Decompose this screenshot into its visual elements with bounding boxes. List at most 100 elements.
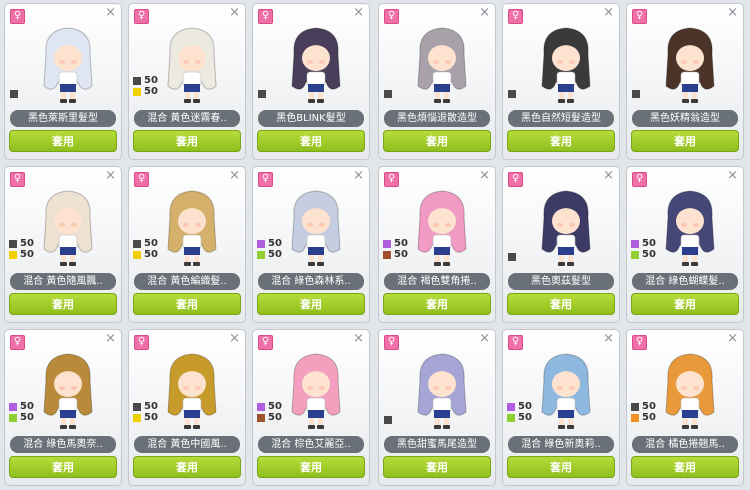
mix-ratio-row: 50 [133,249,158,260]
apply-button[interactable]: 套用 [631,293,739,315]
hair-name-label: 黑色萊斯里髮型 [10,110,116,127]
close-icon[interactable]: × [229,168,240,183]
color-swatch [508,90,516,98]
mix-ratio: 50 50 [133,401,158,423]
apply-button[interactable]: 套用 [631,456,739,478]
color-swatch [257,402,265,411]
hair-card[interactable]: ♀ × 50 50 混合 橘色捲翹馬.. 套用 [626,329,744,486]
color-swatch [631,239,639,248]
mix-ratio: 50 50 [383,238,408,260]
hair-card[interactable]: ♀ × 黑色奧茲髮型 套用 [502,166,620,323]
apply-button[interactable]: 套用 [133,456,241,478]
mix-ratio-value: 50 [268,401,282,412]
hair-card[interactable]: ♀ × 50 50 混合 黃色隨風飄.. 套用 [4,166,122,323]
female-gender-icon: ♀ [384,335,399,350]
hair-name-label: 混合 橘色捲翹馬.. [632,436,738,453]
close-icon[interactable]: × [353,5,364,20]
mix-ratio: 50 50 [133,75,158,97]
apply-button[interactable]: 套用 [631,130,739,152]
mix-ratio-row: 50 [631,249,656,260]
apply-button[interactable]: 套用 [257,130,365,152]
close-icon[interactable]: × [479,168,490,183]
color-swatch [632,90,640,98]
hair-card[interactable]: ♀ × 50 50 混合 綠色新奧莉.. 套用 [502,329,620,486]
close-icon[interactable]: × [603,331,614,346]
close-icon[interactable]: × [603,168,614,183]
close-icon[interactable]: × [479,331,490,346]
female-gender-icon: ♀ [508,172,523,187]
female-gender-icon: ♀ [632,9,647,24]
apply-button[interactable]: 套用 [9,456,117,478]
mix-ratio-row: 50 [133,401,158,412]
close-icon[interactable]: × [603,5,614,20]
mix-ratio-value: 50 [20,249,34,260]
color-swatch [258,90,266,98]
apply-button[interactable]: 套用 [507,130,615,152]
hair-preview-avatar [417,353,467,429]
hair-card[interactable]: ♀ × 黑色甜蜜馬尾造型 套用 [378,329,496,486]
close-icon[interactable]: × [727,168,738,183]
apply-button[interactable]: 套用 [9,130,117,152]
close-icon[interactable]: × [105,5,116,20]
hair-card[interactable]: ♀ × 50 50 混合 黃色迷霧春.. 套用 [128,3,246,160]
hair-card[interactable]: ♀ × 50 50 混合 黃色中國風.. 套用 [128,329,246,486]
hair-card[interactable]: ♀ × 黑色煩惱退散造型 套用 [378,3,496,160]
hair-card[interactable]: ♀ × 黑色妖精翁造型 套用 [626,3,744,160]
female-gender-icon: ♀ [258,335,273,350]
mix-ratio-row: 50 [257,249,282,260]
close-icon[interactable]: × [229,331,240,346]
close-icon[interactable]: × [479,5,490,20]
color-swatch [133,76,141,85]
hair-card[interactable]: ♀ × 黑色BLINK髮型套用 [252,3,370,160]
mix-ratio: 50 50 [631,238,656,260]
apply-button[interactable]: 套用 [383,456,491,478]
close-icon[interactable]: × [229,5,240,20]
color-swatch [383,250,391,259]
female-gender-icon: ♀ [258,9,273,24]
apply-button[interactable]: 套用 [383,130,491,152]
female-gender-icon: ♀ [508,9,523,24]
hair-card[interactable]: ♀ × 黑色自然短髮造型 套用 [502,3,620,160]
female-gender-icon: ♀ [632,335,647,350]
mix-ratio-value: 50 [20,238,34,249]
mix-ratio-row: 50 [631,412,656,423]
apply-button[interactable]: 套用 [9,293,117,315]
hair-card[interactable]: ♀ × 黑色萊斯里髮型 套用 [4,3,122,160]
close-icon[interactable]: × [105,331,116,346]
apply-button[interactable]: 套用 [257,293,365,315]
apply-button[interactable]: 套用 [133,130,241,152]
hair-card[interactable]: ♀ × 50 50 混合 褐色雙角捲.. 套用 [378,166,496,323]
mix-ratio-row: 50 [631,238,656,249]
hair-card[interactable]: ♀ × 50 50 混合 綠色馬奧奈.. 套用 [4,329,122,486]
mix-ratio-value: 50 [642,412,656,423]
mix-ratio: 50 50 [133,238,158,260]
color-swatch [384,416,392,424]
hair-preview-avatar [541,190,591,266]
color-swatch [384,90,392,98]
hair-card[interactable]: ♀ × 50 50 混合 綠色森林系.. 套用 [252,166,370,323]
hair-preview-avatar [291,27,341,103]
hair-preview-avatar [167,353,217,429]
mix-ratio: 50 50 [9,238,34,260]
apply-button[interactable]: 套用 [133,293,241,315]
hair-card[interactable]: ♀ × 50 50 混合 黃色編織髮.. 套用 [128,166,246,323]
close-icon[interactable]: × [353,168,364,183]
hair-card[interactable]: ♀ × 50 50 混合 棕色艾麗亞.. 套用 [252,329,370,486]
mix-ratio-row: 50 [133,86,158,97]
apply-button[interactable]: 套用 [257,456,365,478]
mix-ratio-row: 50 [257,238,282,249]
mix-ratio-row: 50 [257,412,282,423]
apply-button[interactable]: 套用 [383,293,491,315]
close-icon[interactable]: × [105,168,116,183]
close-icon[interactable]: × [727,331,738,346]
hair-card[interactable]: ♀ × 50 50 混合 綠色蝴蝶髮.. 套用 [626,166,744,323]
hair-preview-avatar [541,27,591,103]
close-icon[interactable]: × [353,331,364,346]
color-swatch [631,402,639,411]
apply-button[interactable]: 套用 [507,456,615,478]
mix-ratio-row: 50 [9,238,34,249]
close-icon[interactable]: × [727,5,738,20]
apply-button[interactable]: 套用 [507,293,615,315]
hair-name-label: 黑色BLINK髮型 [258,110,364,127]
hair-name-label: 混合 棕色艾麗亞.. [258,436,364,453]
